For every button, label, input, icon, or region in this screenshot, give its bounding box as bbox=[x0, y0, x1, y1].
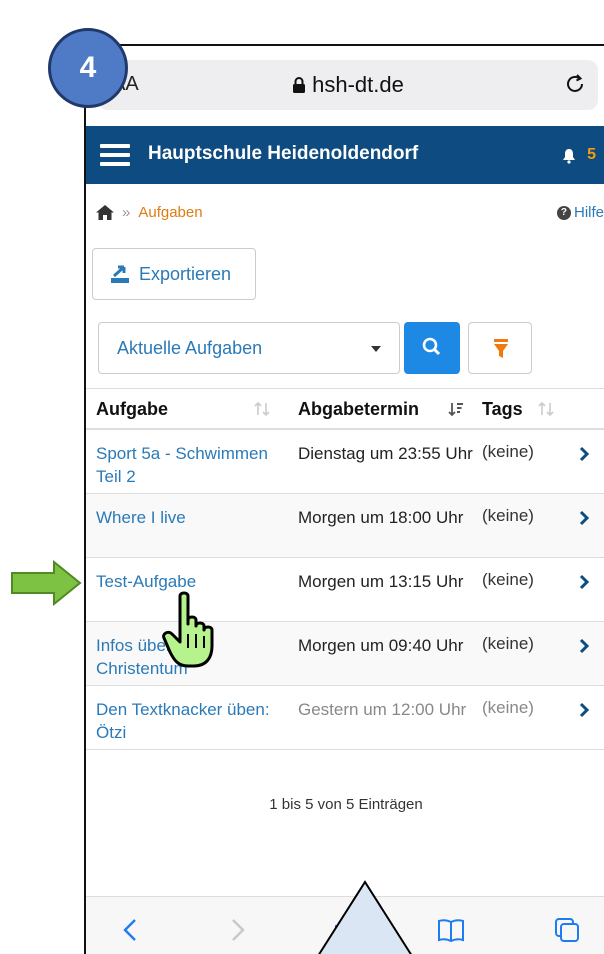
task-tags: (keine) bbox=[482, 698, 534, 717]
header-tags[interactable]: Tags bbox=[482, 399, 523, 420]
due-date: Morgen um 13:15 Uhr bbox=[298, 572, 464, 591]
table-row[interactable]: Where I live Morgen um 18:00 Uhr (keine) bbox=[86, 494, 604, 558]
task-tags: (keine) bbox=[482, 634, 534, 653]
task-tags: (keine) bbox=[482, 570, 534, 589]
due-date: Gestern um 12:00 Uhr bbox=[298, 700, 467, 719]
app-title[interactable]: Hauptschule Heidenoldendorf bbox=[148, 143, 418, 165]
task-link[interactable]: Sport 5a - Schwimmen Teil 2 bbox=[96, 442, 276, 488]
chevron-right-icon[interactable] bbox=[578, 701, 590, 719]
notification-count[interactable]: 5 bbox=[587, 146, 596, 164]
url-display[interactable]: hsh-dt.de bbox=[98, 72, 598, 98]
due-date: Morgen um 09:40 Uhr bbox=[298, 636, 464, 655]
url-text: hsh-dt.de bbox=[312, 72, 404, 97]
sort-asc-icon[interactable] bbox=[448, 401, 464, 417]
step-number-badge: 4 bbox=[48, 28, 128, 108]
task-link[interactable]: Where I live bbox=[96, 506, 276, 529]
table-row[interactable]: Den Textknacker üben: Ötzi Gestern um 12… bbox=[86, 686, 604, 750]
entries-count: 1 bis 5 von 5 Einträgen bbox=[269, 796, 423, 813]
chevron-right-icon[interactable] bbox=[578, 509, 590, 527]
reload-icon[interactable] bbox=[562, 71, 588, 97]
help-label: Hilfe bbox=[573, 204, 604, 221]
task-tags: (keine) bbox=[482, 442, 534, 461]
hand-cursor-icon bbox=[162, 591, 214, 668]
search-button[interactable] bbox=[404, 322, 460, 374]
browser-chrome: AA hsh-dt.de bbox=[86, 46, 604, 126]
task-link[interactable]: Den Textknacker üben: Ötzi bbox=[96, 698, 276, 744]
chevron-right-icon[interactable] bbox=[578, 637, 590, 655]
help-icon: ? bbox=[556, 205, 571, 220]
sort-icon[interactable] bbox=[254, 401, 270, 417]
chevron-right-icon[interactable] bbox=[578, 573, 590, 591]
breadcrumb: » Aufgaben bbox=[96, 204, 203, 221]
table-header: Aufgabe Abgabetermin Tags bbox=[86, 388, 604, 430]
due-date: Dienstag um 23:55 Uhr bbox=[298, 444, 473, 463]
search-icon bbox=[422, 337, 441, 356]
export-label: Exportieren bbox=[139, 263, 232, 284]
pointer-arrow-icon bbox=[11, 560, 82, 606]
tasks-table: Aufgabe Abgabetermin Tags Sport 5a - Sch… bbox=[86, 388, 604, 750]
chevron-right-icon[interactable] bbox=[578, 445, 590, 463]
help-link[interactable]: ? Hilfe bbox=[556, 204, 604, 221]
hamburger-icon[interactable] bbox=[100, 144, 130, 166]
funnel-icon bbox=[494, 339, 508, 358]
export-icon bbox=[111, 265, 129, 283]
forward-icon[interactable] bbox=[222, 915, 252, 945]
table-row[interactable]: Sport 5a - Schwimmen Teil 2 Dienstag um … bbox=[86, 430, 604, 494]
chevron-down-icon bbox=[371, 346, 381, 352]
address-bar[interactable]: AA hsh-dt.de bbox=[98, 60, 598, 110]
back-icon[interactable] bbox=[116, 915, 146, 945]
breadcrumb-separator: » bbox=[122, 204, 131, 221]
task-filter-value: Aktuelle Aufgaben bbox=[117, 338, 263, 358]
app-header: Hauptschule Heidenoldendorf 5 bbox=[86, 126, 604, 184]
due-date: Morgen um 18:00 Uhr bbox=[298, 508, 464, 527]
home-icon[interactable] bbox=[96, 205, 114, 220]
header-task[interactable]: Aufgabe bbox=[96, 399, 168, 420]
task-tags: (keine) bbox=[482, 506, 534, 525]
filter-button[interactable] bbox=[468, 322, 532, 374]
task-filter-select[interactable]: Aktuelle Aufgaben bbox=[98, 322, 400, 374]
phone-screen: AA hsh-dt.de Hauptschule Heidenoldendorf… bbox=[84, 44, 604, 954]
header-due[interactable]: Abgabetermin bbox=[298, 399, 419, 420]
tabs-icon[interactable] bbox=[552, 915, 582, 945]
export-button[interactable]: Exportieren bbox=[92, 248, 256, 300]
sort-icon[interactable] bbox=[538, 401, 554, 417]
bookmarks-icon[interactable] bbox=[436, 915, 466, 945]
lock-icon bbox=[293, 77, 306, 93]
breadcrumb-current[interactable]: Aufgaben bbox=[138, 204, 202, 221]
bell-icon[interactable] bbox=[562, 148, 576, 164]
pointer-triangle-icon bbox=[318, 880, 412, 954]
